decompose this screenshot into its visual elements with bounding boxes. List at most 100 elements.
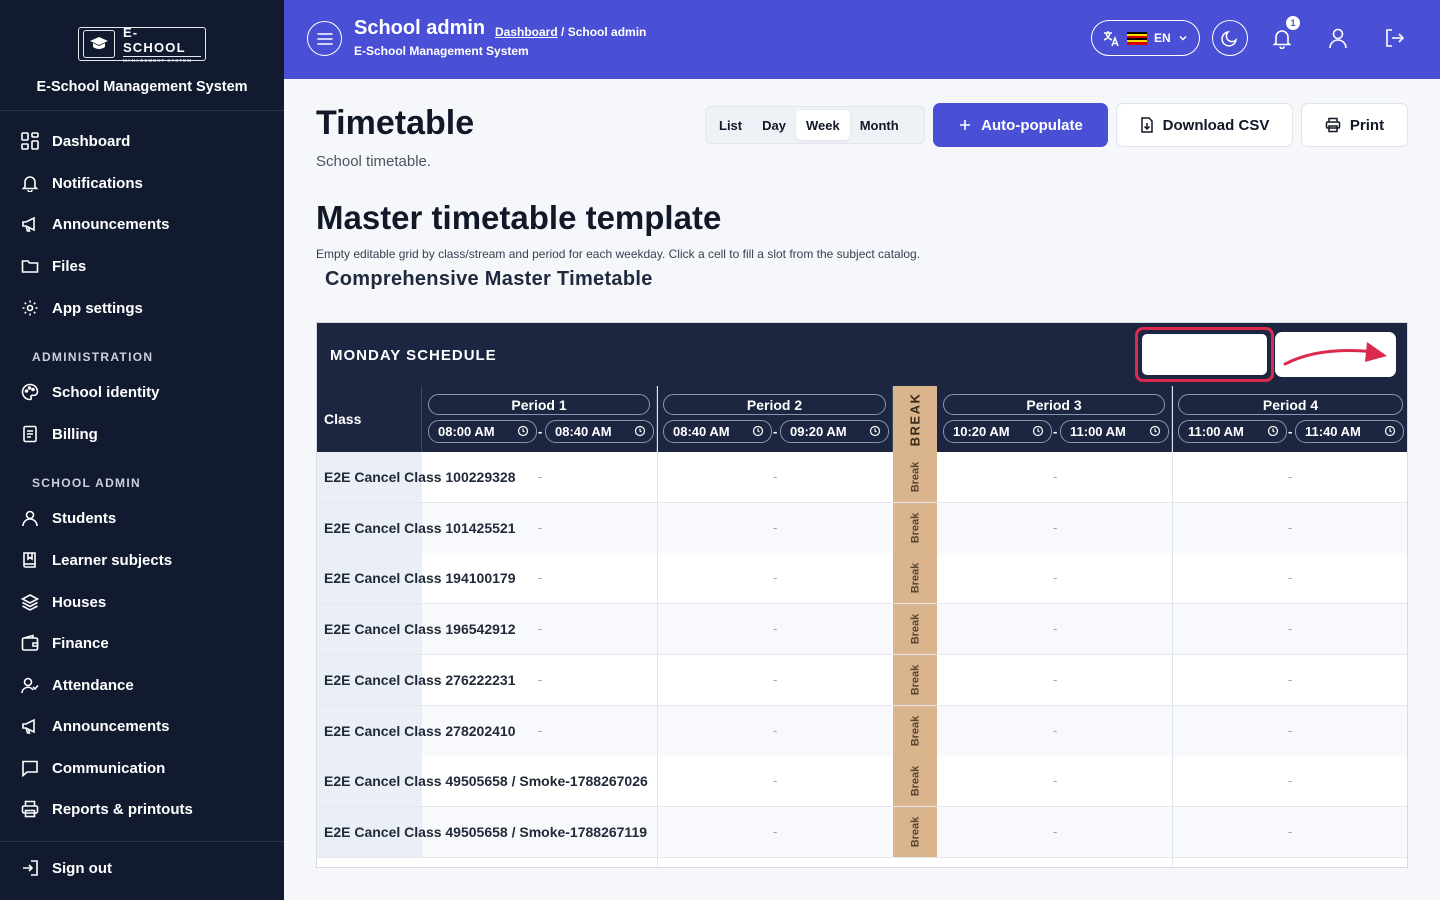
timetable-slot-1[interactable]: -	[538, 672, 542, 687]
period-4-end: 11:40 AM	[1305, 424, 1361, 439]
period-3-name: Period 3	[943, 394, 1165, 415]
time-separator: -	[773, 424, 778, 439]
sidebar-item-communication[interactable]: Communication	[20, 756, 165, 780]
menu-toggle-button[interactable]	[307, 21, 342, 56]
language-selector[interactable]: EN	[1091, 20, 1200, 56]
auto-populate-button[interactable]: Auto-populate	[933, 103, 1108, 147]
sidebar-item-announcements-2[interactable]: Announcements	[20, 714, 170, 738]
period-3-end-input[interactable]: 11:00 AM	[1060, 420, 1169, 443]
class-header-label: Class	[324, 411, 362, 427]
timetable-slot-4[interactable]: -	[1288, 570, 1292, 585]
sidebar-item-notifications[interactable]: Notifications	[20, 171, 143, 195]
sidebar-item-dashboard[interactable]: Dashboard	[20, 129, 130, 153]
break-cell: Break	[893, 756, 937, 807]
timetable-slot-2[interactable]: -	[773, 672, 777, 687]
logout-button[interactable]	[1378, 22, 1410, 54]
timetable-slot-3[interactable]: -	[1053, 672, 1057, 687]
class-name: E2E Cancel Class 100229328	[324, 469, 516, 485]
tab-day[interactable]: Day	[752, 110, 796, 140]
timetable-slot-3[interactable]: -	[1053, 773, 1057, 788]
highlighted-control[interactable]	[1135, 327, 1274, 382]
period-4-start-input[interactable]: 11:00 AM	[1178, 420, 1287, 443]
sidebar-item-announcements[interactable]: Announcements	[20, 212, 170, 236]
timetable-slot-3[interactable]: -	[1053, 520, 1057, 535]
break-cell: Break	[893, 553, 937, 604]
breadcrumb-dashboard-link[interactable]: Dashboard	[495, 25, 558, 39]
timetable-slot-2[interactable]: -	[773, 824, 777, 839]
period-1-end-input[interactable]: 08:40 AM	[545, 420, 654, 443]
sidebar-item-billing[interactable]: Billing	[20, 422, 98, 446]
print-button[interactable]: Print	[1301, 103, 1408, 147]
break-cell-label: Break	[908, 613, 921, 645]
timetable-day-header: MONDAY SCHEDULE	[317, 323, 1407, 386]
notifications-button[interactable]: 1	[1266, 16, 1300, 54]
hamburger-icon	[316, 32, 333, 45]
timetable-slot-1[interactable]: -	[538, 723, 542, 738]
tab-list[interactable]: List	[709, 110, 752, 140]
sidebar-divider	[0, 841, 284, 842]
profile-button[interactable]	[1322, 22, 1354, 54]
period-2-end-input[interactable]: 09:20 AM	[780, 420, 889, 443]
timetable-slot-2[interactable]: -	[773, 520, 777, 535]
logout-icon	[1386, 29, 1405, 47]
sidebar-item-students[interactable]: Students	[20, 506, 116, 530]
sidebar-item-finance[interactable]: Finance	[20, 631, 109, 655]
period-1-header: Period 1 08:00 AM - 08:40 AM	[422, 386, 657, 452]
sidebar-item-houses[interactable]: Houses	[20, 590, 106, 614]
bell-icon	[1272, 30, 1292, 49]
timetable-slot-3[interactable]: -	[1053, 723, 1057, 738]
table-row: - - - - E2E Cancel Class 100229328 Break	[317, 452, 1407, 503]
timetable-slot-2[interactable]: -	[773, 570, 777, 585]
class-name: E2E Cancel Class 276222231	[324, 671, 516, 688]
timetable-slot-2[interactable]: -	[773, 469, 777, 484]
break-cell: Break	[893, 654, 937, 705]
sidebar-item-reports[interactable]: Reports & printouts	[20, 797, 193, 821]
user-icon	[1329, 28, 1347, 49]
timetable-slot-1[interactable]: -	[538, 621, 542, 636]
period-4-end-input[interactable]: 11:40 AM	[1295, 420, 1404, 443]
timetable-slot-2[interactable]: -	[773, 621, 777, 636]
sidebar-item-files[interactable]: Files	[20, 254, 86, 278]
theme-toggle-button[interactable]	[1212, 20, 1248, 56]
timetable-slot-4[interactable]: -	[1288, 621, 1292, 636]
period-3-start-input[interactable]: 10:20 AM	[943, 420, 1052, 443]
sidebar-item-label: Billing	[52, 425, 98, 443]
download-csv-button[interactable]: Download CSV	[1116, 103, 1293, 147]
timetable-slot-2[interactable]: -	[773, 773, 777, 788]
break-cell: Break	[893, 502, 937, 553]
sidebar-item-sign-out[interactable]: Sign out	[20, 856, 112, 880]
timetable-slot-3[interactable]: -	[1053, 824, 1057, 839]
sidebar-item-attendance[interactable]: Attendance	[20, 673, 134, 697]
timetable-slot-3[interactable]: -	[1053, 621, 1057, 636]
timetable-slot-4[interactable]: -	[1288, 773, 1292, 788]
timetable-slot-3[interactable]: -	[1053, 469, 1057, 484]
timetable-slot-2[interactable]: -	[773, 723, 777, 738]
sidebar-item-label: Announcements	[52, 215, 170, 233]
sidebar-item-app-settings[interactable]: App settings	[20, 296, 143, 320]
table-row: - - - - E2E Cancel Class 276222231 Break	[317, 654, 1407, 706]
break-cell: Break	[893, 705, 937, 756]
section-administration: ADMINISTRATION	[32, 350, 154, 364]
period-2-start-input[interactable]: 08:40 AM	[663, 420, 772, 443]
break-cell-label: Break	[908, 563, 921, 594]
timetable-slot-4[interactable]: -	[1288, 672, 1292, 687]
timetable-slot-1[interactable]: -	[538, 469, 542, 484]
tab-month[interactable]: Month	[850, 110, 909, 140]
timetable-slot-4[interactable]: -	[1288, 520, 1292, 535]
timetable-slot-3[interactable]: -	[1053, 570, 1057, 585]
sidebar-item-school-identity[interactable]: School identity	[20, 380, 160, 404]
tab-week[interactable]: Week	[795, 110, 850, 140]
period-1-start-input[interactable]: 08:00 AM	[428, 420, 537, 443]
next-day-button[interactable]	[1275, 332, 1396, 377]
dashboard-icon	[20, 131, 40, 151]
period-3-start: 10:20 AM	[953, 424, 1010, 439]
sidebar-item-learner-subjects[interactable]: Learner subjects	[20, 548, 172, 572]
timetable-slot-4[interactable]: -	[1288, 824, 1292, 839]
timetable-slot-1[interactable]: -	[538, 520, 542, 535]
moon-icon	[1221, 30, 1238, 47]
user-icon	[20, 508, 40, 528]
timetable-slot-4[interactable]: -	[1288, 469, 1292, 484]
break-cell: Break	[893, 604, 937, 655]
timetable-slot-4[interactable]: -	[1288, 723, 1292, 738]
timetable-slot-1[interactable]: -	[538, 570, 542, 585]
